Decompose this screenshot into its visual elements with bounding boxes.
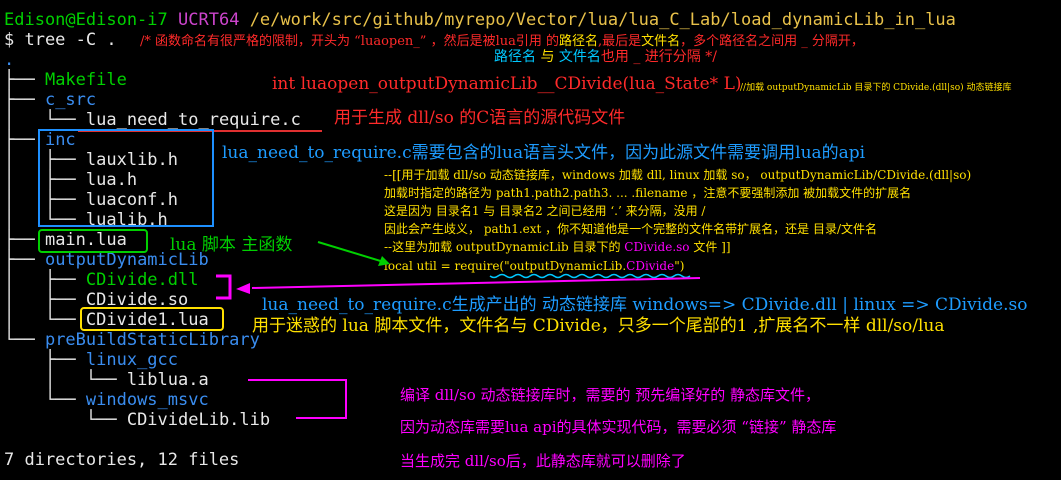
static-lib-bracket (248, 379, 347, 419)
dll-so-bracket (216, 274, 232, 300)
annotation-overlay (216, 241, 701, 419)
require-arrow-head (236, 283, 250, 294)
require-wavy-underline (489, 273, 691, 279)
main-to-require-arrow (317, 241, 385, 263)
require-to-lib-arrow (251, 277, 701, 289)
